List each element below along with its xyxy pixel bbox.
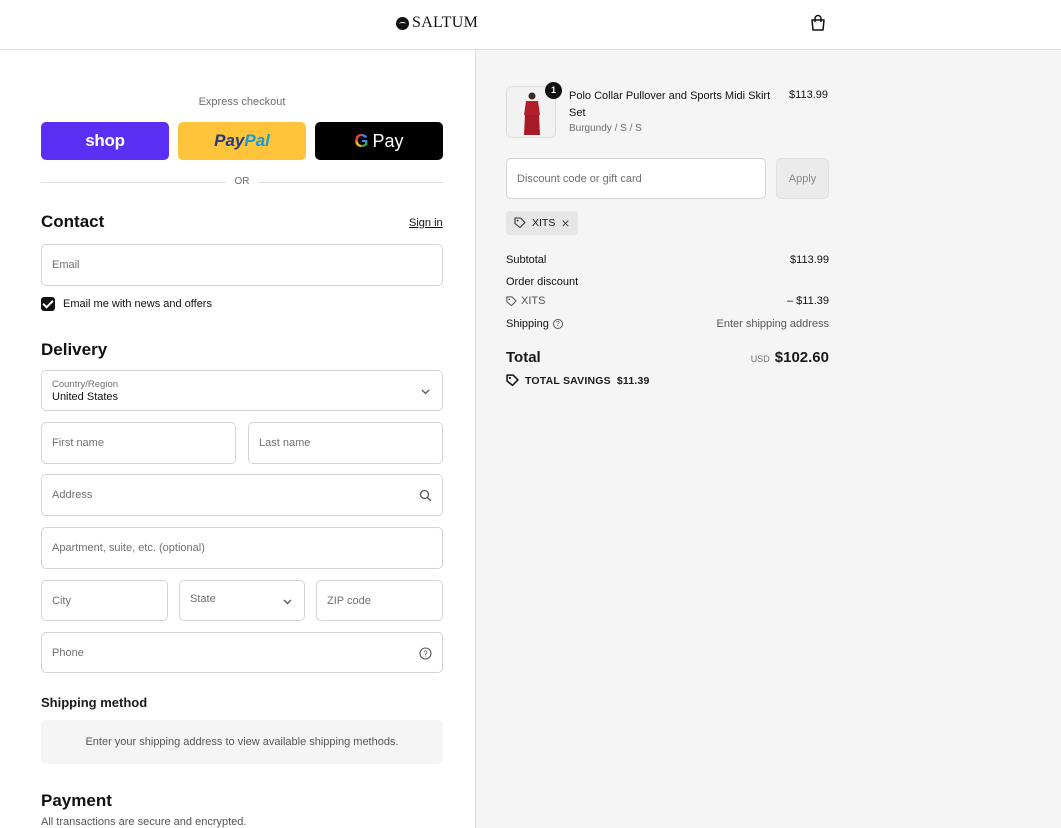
first-name-placeholder: First name <box>52 437 104 449</box>
total-value: $102.60 <box>774 349 829 366</box>
last-name-field[interactable]: Last name <box>248 422 443 464</box>
discount-placeholder: Discount code or gift card <box>517 173 642 185</box>
zip-code-field[interactable]: ZIP code <box>316 580 443 621</box>
order-discount-label: Order discount <box>506 276 579 288</box>
country-value: United States <box>52 391 119 403</box>
delivery-title: Delivery <box>41 340 108 359</box>
currency-code: USD <box>750 354 770 364</box>
chevron-down-icon <box>419 385 432 398</box>
shop-pay-label: shop <box>85 131 125 150</box>
divider-line-right <box>258 182 443 183</box>
total-row: Total USD $102.60 <box>506 349 829 367</box>
discount-code-label: XITS <box>521 295 546 307</box>
subtotal-value: $113.99 <box>790 254 829 266</box>
shop-pay-button[interactable]: shop <box>41 122 169 160</box>
phone-placeholder: Phone <box>52 647 84 659</box>
newsletter-option[interactable]: Email me with news and offers <box>41 297 212 311</box>
help-icon[interactable]: ? <box>552 319 563 330</box>
zip-placeholder: ZIP code <box>327 595 371 607</box>
chevron-down-icon <box>281 595 294 608</box>
total-label: Total <box>506 349 541 366</box>
phone-field[interactable]: Phone ? <box>41 632 443 673</box>
country-label: Country/Region <box>52 379 119 390</box>
quantity-badge: 1 <box>545 82 562 99</box>
savings-label: TOTAL SAVINGS <box>525 374 611 387</box>
tag-icon <box>506 295 517 307</box>
address-placeholder: Address <box>52 489 93 501</box>
remove-discount-icon[interactable]: × <box>561 216 569 230</box>
total-savings: TOTAL SAVINGS $11.39 <box>506 374 650 387</box>
subtotal-label: Subtotal <box>506 254 547 266</box>
payment-title: Payment <box>41 791 112 810</box>
apartment-placeholder: Apartment, suite, etc. (optional) <box>52 542 205 554</box>
product-price: $113.99 <box>789 89 828 101</box>
total-amount: USD $102.60 <box>751 349 829 366</box>
order-discount-row: Order discount <box>506 276 829 288</box>
brand-logo[interactable]: SALTUM <box>396 14 478 32</box>
savings-value: $11.39 <box>616 374 650 387</box>
discount-code-input[interactable]: Discount code or gift card <box>506 158 766 199</box>
paypal-label-pal: Pal <box>244 131 270 150</box>
search-icon <box>419 489 432 502</box>
shipping-method-notice: Enter your shipping address to view avai… <box>41 720 443 764</box>
paypal-button[interactable]: Pay Pal <box>178 122 306 160</box>
payment-subtitle: All transactions are secure and encrypte… <box>41 816 247 828</box>
checkout-header: SALTUM <box>0 0 1061 50</box>
newsletter-label: Email me with news and offers <box>63 298 212 310</box>
email-field[interactable]: Email <box>41 244 443 286</box>
last-name-placeholder: Last name <box>259 437 311 449</box>
savings-tag-icon <box>506 374 519 387</box>
shipping-value: Enter shipping address <box>716 318 829 330</box>
city-placeholder: City <box>52 595 71 607</box>
address-field[interactable]: Address <box>41 474 443 516</box>
discount-value: – $11.39 <box>786 295 829 307</box>
discount-code-row: XITS – $11.39 <box>506 295 829 307</box>
apply-discount-button[interactable]: Apply <box>776 158 829 199</box>
email-placeholder: Email <box>52 259 80 271</box>
discount-code-line: XITS <box>506 295 829 307</box>
applied-code: XITS <box>532 217 556 229</box>
subtotal-row: Subtotal $113.99 <box>506 254 829 266</box>
shipping-label: Shipping <box>506 318 549 330</box>
google-pay-button[interactable]: G Pay <box>315 122 443 160</box>
checkout-form: Express checkout shop Pay Pal G Pay OR Co… <box>0 50 475 828</box>
brand-name: SALTUM <box>412 14 479 31</box>
contact-title: Contact <box>41 212 105 231</box>
apartment-field[interactable]: Apartment, suite, etc. (optional) <box>41 527 443 569</box>
brand-logo-icon <box>396 16 409 30</box>
state-select[interactable]: State <box>179 580 305 621</box>
shopping-bag-icon[interactable] <box>809 14 827 32</box>
first-name-field[interactable]: First name <box>41 422 236 464</box>
or-divider: OR <box>41 176 443 188</box>
country-select[interactable]: Country/Region United States <box>41 370 443 411</box>
newsletter-checkbox[interactable] <box>41 297 55 311</box>
shipping-row: Shipping? Enter shipping address <box>506 318 829 330</box>
help-icon[interactable]: ? <box>419 647 432 660</box>
order-summary: 1 Polo Collar Pullover and Sports Midi S… <box>475 50 1061 828</box>
paypal-label-pay: Pay <box>214 131 245 150</box>
shipping-method-title: Shipping method <box>41 695 148 710</box>
google-pay-label: Pay <box>372 130 404 151</box>
state-placeholder: State <box>190 593 216 605</box>
google-g-icon: G <box>354 130 369 151</box>
product-variant: Burgundy / S / S <box>569 123 642 134</box>
tag-icon <box>514 217 526 229</box>
product-name: Polo Collar Pullover and Sports Midi Ski… <box>569 90 771 119</box>
express-checkout-label: Express checkout <box>198 96 286 108</box>
svg-text:?: ? <box>423 650 428 659</box>
applied-discount-chip: XITS × <box>506 211 578 235</box>
sign-in-link[interactable]: Sign in <box>409 217 443 229</box>
city-field[interactable]: City <box>41 580 168 621</box>
